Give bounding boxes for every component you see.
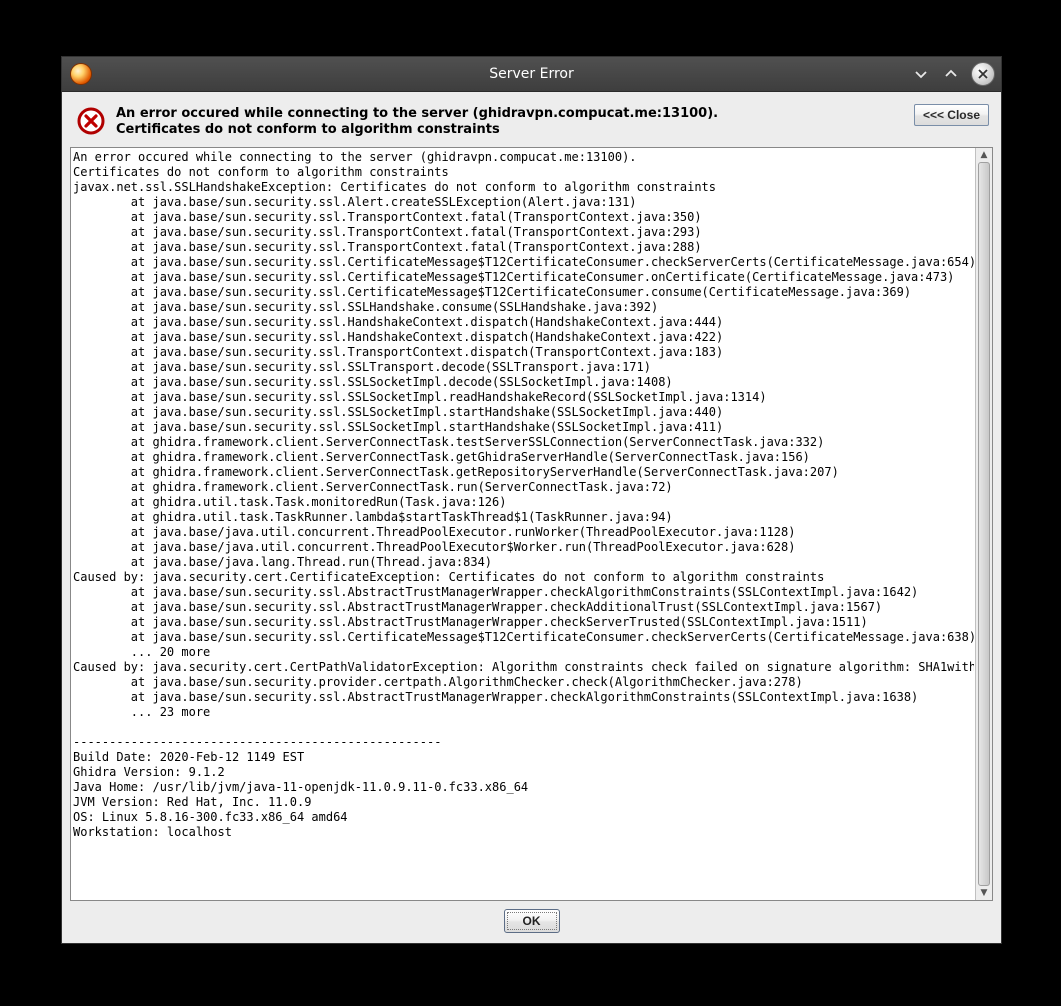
window-controls <box>911 57 995 91</box>
minimize-button[interactable] <box>911 64 931 84</box>
maximize-button[interactable] <box>941 64 961 84</box>
close-details-button[interactable]: <<< Close <box>914 104 989 126</box>
titlebar[interactable]: Server Error <box>62 57 1001 92</box>
header-row: An error occured while connecting to the… <box>70 98 993 147</box>
error-message-line2: Certificates do not conform to algorithm… <box>116 122 904 137</box>
window-close-button[interactable] <box>971 62 995 86</box>
app-icon <box>70 63 92 85</box>
button-row: OK <box>70 909 993 935</box>
scroll-up-button[interactable]: ▲ <box>976 148 992 162</box>
stack-trace-text[interactable]: An error occured while connecting to the… <box>73 150 974 898</box>
vertical-scrollbar[interactable]: ▲ ▼ <box>975 148 992 900</box>
stack-trace-panel: An error occured while connecting to the… <box>70 147 993 901</box>
error-icon <box>76 106 106 136</box>
ok-button[interactable]: OK <box>504 909 560 933</box>
window-title: Server Error <box>62 66 1001 82</box>
error-message: An error occured while connecting to the… <box>116 104 904 137</box>
scroll-down-button[interactable]: ▼ <box>976 886 992 900</box>
dialog-content: An error occured while connecting to the… <box>62 92 1001 943</box>
scrollbar-thumb[interactable] <box>978 162 990 886</box>
error-message-line1: An error occured while connecting to the… <box>116 106 904 121</box>
error-dialog-window: Server Error An error occured while con <box>61 56 1002 944</box>
